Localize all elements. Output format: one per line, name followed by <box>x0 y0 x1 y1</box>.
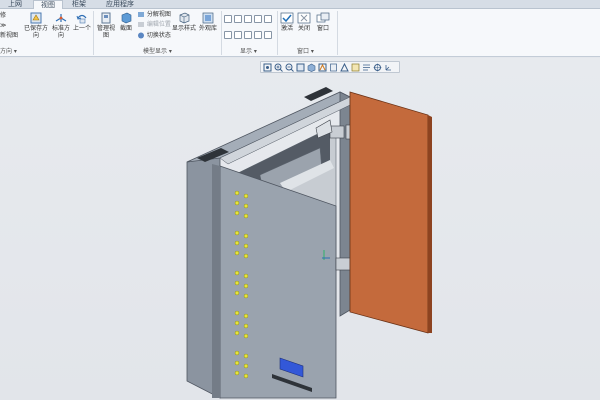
manage-views-button[interactable]: 管理视图 <box>95 12 117 39</box>
annotation-display-icon[interactable] <box>362 63 371 72</box>
refit-icon[interactable] <box>263 63 272 72</box>
view-manager-icon[interactable] <box>329 63 338 72</box>
button-label: 截面 <box>119 25 132 32</box>
group-separator <box>93 11 94 55</box>
zoom-out-icon[interactable] <box>285 63 294 72</box>
axis-tag-toggle-icon[interactable] <box>244 31 252 39</box>
tab-3[interactable]: 应用程序 <box>100 0 140 9</box>
open-door-edge <box>428 115 432 333</box>
front-door-edge <box>212 164 220 398</box>
show-group-label: 显示 ▾ <box>240 48 257 55</box>
close-window-button[interactable]: 关闭 <box>296 12 312 32</box>
button-label: 激活 <box>280 25 293 32</box>
button-label: 编辑位置 <box>146 21 171 28</box>
datum-display-filters-icon[interactable] <box>351 63 360 72</box>
zoom-in-icon[interactable] <box>274 63 283 72</box>
tab-label: 应用程序 <box>106 0 134 8</box>
toggle-status-button[interactable]: 切换状态 <box>138 32 171 39</box>
manage-views-icon <box>101 12 111 24</box>
close-window-icon <box>297 12 311 24</box>
button-label: 窗口 <box>316 25 329 32</box>
edit-position-icon <box>138 22 144 27</box>
section-button[interactable]: 截面 <box>117 12 135 32</box>
edit-position-button: 编辑位置 <box>138 21 171 28</box>
button-label: 上一个 <box>72 25 91 32</box>
repaint-icon[interactable] <box>296 63 305 72</box>
activate-window-icon <box>280 12 294 24</box>
tab-0[interactable]: 上网 <box>4 0 26 9</box>
previous-view-icon <box>76 14 87 24</box>
csys-display-toggle-icon[interactable] <box>254 15 262 23</box>
open-side-door[interactable] <box>349 91 429 334</box>
ribbon-tab-bar: 上网 视图 柜架 应用程序 <box>0 0 600 10</box>
datum-axis-display-toggle-icon[interactable] <box>234 15 242 23</box>
standard-orientation-icon <box>55 14 67 22</box>
explode-view-button[interactable]: 分解视图 <box>138 11 171 18</box>
point-tag-toggle-icon[interactable] <box>254 31 262 39</box>
ribbon-left-item[interactable]: 修 <box>0 12 6 19</box>
saved-orientation-icon <box>30 12 42 24</box>
model-display-group-label: 模型显示 ▾ <box>143 48 172 55</box>
tab-label: 视图 <box>41 1 55 9</box>
tab-label: 上网 <box>8 0 22 8</box>
tab-2[interactable]: 柜架 <box>68 0 90 9</box>
display-style-button[interactable]: 显示样式 <box>172 12 196 32</box>
windows-icon <box>316 12 330 23</box>
toggle-status-icon <box>138 32 144 39</box>
datum-plane-display-toggle-icon[interactable] <box>224 15 232 23</box>
window-group-label: 窗口 ▾ <box>297 48 314 55</box>
ribbon-left-item[interactable]: 新视图 <box>0 32 18 39</box>
ribbon: 修 ≫ 新视图 已保存方向 标准方向 上一个 方向 ▾ 管理视图 截面 分解视图… <box>0 9 600 57</box>
button-label: 已保存方向 <box>24 25 49 39</box>
tab-label: 柜架 <box>72 0 86 8</box>
spin-center-toggle-icon[interactable] <box>224 31 232 39</box>
cabinet-3d-model[interactable] <box>0 58 600 400</box>
button-label: 分解视图 <box>146 11 171 18</box>
display-style-icon <box>179 12 190 24</box>
button-label: 管理视图 <box>96 25 115 39</box>
display-style-icon[interactable] <box>307 63 316 72</box>
csys-tag-toggle-icon[interactable] <box>264 31 272 39</box>
button-label: 关闭 <box>297 25 310 32</box>
appearance-gallery-icon <box>202 12 214 24</box>
standard-orientation-button[interactable]: 标准方向 <box>50 12 72 39</box>
button-label: 切换状态 <box>146 32 171 39</box>
activate-window-button[interactable]: 激活 <box>279 12 295 32</box>
perspective-view-icon[interactable] <box>340 63 349 72</box>
group-separator <box>337 11 338 55</box>
section-icon <box>121 12 132 24</box>
button-label: 外观库 <box>198 25 217 32</box>
windows-button[interactable]: 窗口 <box>314 12 332 32</box>
csys-display-icon[interactable] <box>384 63 393 72</box>
annotation-display-toggle-icon[interactable] <box>264 15 272 23</box>
appearance-gallery-button[interactable]: 外观库 <box>197 12 219 32</box>
point-display-toggle-icon[interactable] <box>244 15 252 23</box>
orientation-group-label: 方向 ▾ <box>0 48 17 55</box>
group-separator <box>221 11 222 55</box>
saved-orientations-icon[interactable] <box>318 63 327 72</box>
spin-center-icon[interactable] <box>373 63 382 72</box>
button-label: 显示样式 <box>172 25 197 32</box>
plane-tag-toggle-icon[interactable] <box>234 31 242 39</box>
group-separator <box>277 11 278 55</box>
button-label: 标准方向 <box>51 25 70 39</box>
previous-view-button[interactable]: 上一个 <box>72 12 92 32</box>
ribbon-left-item[interactable]: ≫ <box>0 22 6 29</box>
saved-orientation-button[interactable]: 已保存方向 <box>24 12 48 39</box>
view-toolbar <box>260 61 400 73</box>
explode-view-icon <box>138 12 144 17</box>
